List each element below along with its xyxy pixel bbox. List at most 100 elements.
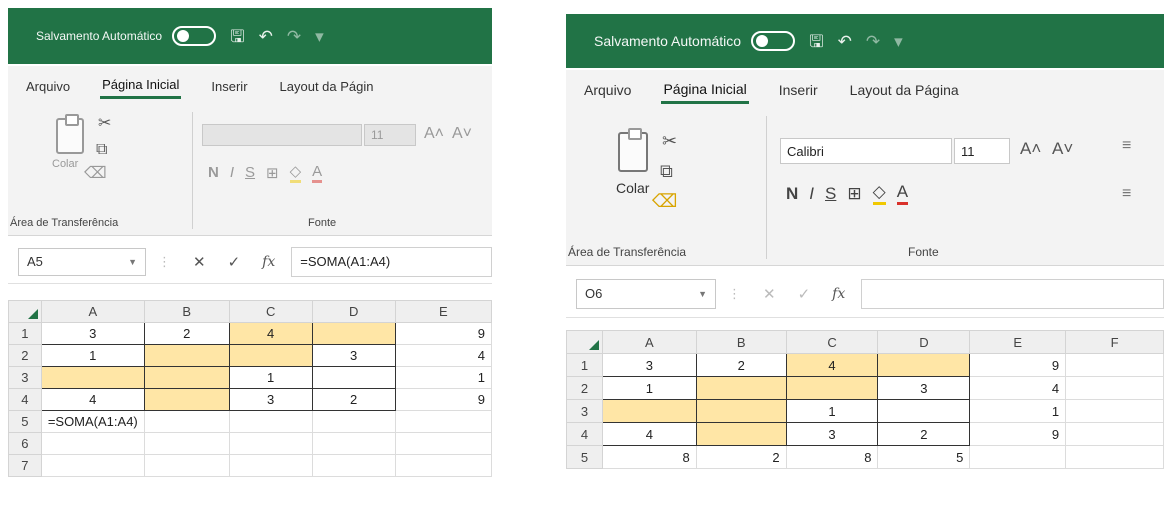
cell[interactable]: 9	[394, 388, 492, 411]
insert-function-icon[interactable]: fx	[262, 254, 275, 270]
cell[interactable]	[695, 422, 787, 446]
italic-icon[interactable]: I	[230, 164, 234, 181]
redo-icon[interactable]: ↷	[287, 28, 301, 45]
column-header[interactable]: D	[877, 330, 971, 354]
font-size-box[interactable]: 11	[364, 124, 416, 146]
cell[interactable]: 2	[695, 353, 787, 377]
insert-function-icon[interactable]: fx	[832, 286, 845, 302]
font-name-box[interactable]	[202, 124, 362, 146]
formula-input[interactable]	[861, 278, 1164, 309]
row-header[interactable]: 4	[566, 422, 603, 446]
enter-icon[interactable]: ✓	[798, 285, 811, 303]
cell[interactable]: 1	[601, 376, 697, 400]
row-header[interactable]: 3	[8, 366, 42, 389]
cell[interactable]	[228, 344, 313, 367]
undo-icon[interactable]: ↶	[259, 28, 273, 45]
bold-icon[interactable]: N	[786, 184, 798, 204]
cell[interactable]	[143, 388, 230, 411]
cell[interactable]	[394, 454, 492, 477]
column-header[interactable]: A	[40, 300, 145, 323]
cancel-icon[interactable]: ✕	[763, 285, 776, 303]
column-header[interactable]: B	[695, 330, 787, 354]
fill-color-icon[interactable]: ◇	[289, 162, 302, 183]
cell[interactable]	[228, 410, 313, 433]
cell[interactable]	[877, 399, 971, 423]
align-icon[interactable]: ≡	[1122, 138, 1131, 154]
row-header[interactable]: 2	[8, 344, 42, 367]
italic-icon[interactable]: I	[809, 184, 814, 204]
fill-color-icon[interactable]: ◇	[872, 182, 886, 205]
cell[interactable]: 8	[785, 445, 879, 469]
column-header[interactable]: A	[601, 330, 697, 354]
cell[interactable]: 1	[228, 366, 313, 389]
row-header[interactable]: 2	[566, 376, 603, 400]
autosave-toggle[interactable]	[172, 26, 217, 46]
tab-arquivo[interactable]: Arquivo	[24, 75, 72, 98]
column-header[interactable]: E	[394, 300, 492, 323]
underline-icon[interactable]: S	[245, 164, 255, 181]
select-all-corner[interactable]	[8, 300, 42, 323]
grow-font-icon[interactable]: A˄	[1020, 140, 1041, 157]
cell[interactable]: 2	[695, 445, 787, 469]
cell[interactable]	[143, 410, 230, 433]
tab-pagina-inicial[interactable]: Página Inicial	[661, 77, 749, 104]
cell[interactable]: 1	[969, 399, 1067, 423]
font-color-icon[interactable]: A	[312, 163, 323, 183]
column-header[interactable]: C	[228, 300, 313, 323]
formula-input[interactable]: =SOMA(A1:A4)	[291, 246, 492, 277]
autosave-toggle[interactable]	[751, 31, 796, 51]
row-header[interactable]: 1	[566, 353, 603, 377]
format-painter-icon[interactable]: ⌫	[84, 166, 107, 182]
tab-inserir[interactable]: Inserir	[777, 78, 820, 102]
cell[interactable]: 9	[969, 353, 1067, 377]
cell[interactable]	[1065, 376, 1164, 400]
cell[interactable]	[394, 432, 492, 455]
cell[interactable]	[394, 410, 492, 433]
cut-icon[interactable]: ✂	[98, 116, 111, 132]
cell[interactable]	[40, 432, 145, 455]
row-header[interactable]: 3	[566, 399, 603, 423]
paste-icon[interactable]	[56, 114, 84, 154]
cell[interactable]: 9	[969, 422, 1067, 446]
cell[interactable]	[311, 322, 396, 345]
cell[interactable]: 8	[601, 445, 697, 469]
cell[interactable]: 4	[40, 388, 145, 411]
column-header[interactable]: B	[143, 300, 230, 323]
cell[interactable]: 4	[601, 422, 697, 446]
cancel-icon[interactable]: ✕	[193, 253, 206, 271]
cell[interactable]	[695, 399, 787, 423]
select-all-corner[interactable]	[566, 330, 603, 354]
borders-icon[interactable]: ⊞	[847, 184, 861, 204]
cell[interactable]: 1	[40, 344, 145, 367]
cell[interactable]	[143, 344, 230, 367]
cell[interactable]: 3	[785, 422, 879, 446]
cell[interactable]: 9	[394, 322, 492, 345]
cell[interactable]: 1	[785, 399, 879, 423]
row-header[interactable]: 6	[8, 432, 42, 455]
row-header[interactable]: 4	[8, 388, 42, 411]
cell[interactable]	[969, 445, 1067, 469]
cell[interactable]	[785, 376, 879, 400]
name-box[interactable]: A5 ▼	[18, 247, 146, 276]
cell[interactable]: 5	[877, 445, 971, 469]
cell[interactable]	[695, 376, 787, 400]
cell[interactable]	[143, 366, 230, 389]
cell[interactable]	[1065, 353, 1164, 377]
cell[interactable]: 4	[228, 322, 313, 345]
tab-layout-da-pagina[interactable]: Layout da Página	[848, 78, 961, 102]
cell[interactable]: 2	[877, 422, 971, 446]
paste-icon[interactable]	[618, 128, 648, 172]
chevron-down-icon[interactable]: ▼	[698, 289, 707, 299]
cell[interactable]: 1	[394, 366, 492, 389]
borders-icon[interactable]: ⊞	[266, 164, 279, 182]
customize-toolbar-icon[interactable]: ▾	[894, 33, 903, 50]
row-header[interactable]: 1	[8, 322, 42, 345]
cell[interactable]	[143, 432, 230, 455]
cell[interactable]	[1065, 399, 1164, 423]
undo-icon[interactable]: ↶	[838, 33, 852, 50]
tab-inserir[interactable]: Inserir	[209, 75, 249, 98]
chevron-down-icon[interactable]: ▼	[128, 257, 137, 267]
name-box[interactable]: O6 ▼	[576, 278, 716, 309]
customize-toolbar-icon[interactable]: ▾	[315, 28, 324, 45]
cell[interactable]	[228, 454, 313, 477]
